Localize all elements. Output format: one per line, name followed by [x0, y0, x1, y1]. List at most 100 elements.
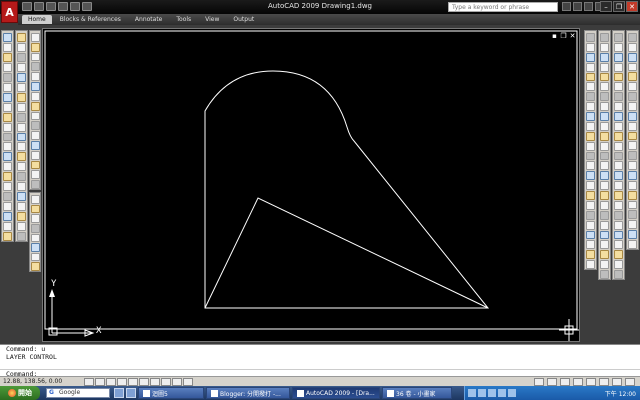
tool-icon[interactable] — [628, 42, 637, 52]
tool-icon[interactable] — [614, 112, 623, 121]
close-button[interactable]: ✕ — [626, 1, 638, 12]
tool-icon[interactable] — [628, 151, 637, 161]
tool-icon[interactable] — [3, 62, 12, 72]
tool-icon[interactable] — [586, 82, 595, 92]
tool-icon[interactable] — [628, 52, 637, 62]
tool-icon[interactable] — [628, 33, 637, 42]
grid-toggle[interactable] — [95, 377, 105, 386]
application-menu-button[interactable]: A — [1, 1, 18, 23]
tool-icon[interactable] — [17, 212, 26, 222]
tool-icon[interactable] — [614, 52, 623, 62]
tool-icon[interactable] — [600, 131, 609, 141]
ribbon-tab-output[interactable]: Output — [227, 15, 260, 24]
tool-icon[interactable] — [614, 220, 623, 230]
tool-icon[interactable] — [30, 160, 40, 170]
taskbar-button[interactable]: AutoCAD 2009 - [Dra... — [292, 387, 380, 399]
ribbon-tab-blocks-references[interactable]: Blocks & References — [54, 15, 127, 24]
tool-icon[interactable] — [30, 243, 40, 252]
tool-icon[interactable] — [3, 82, 12, 92]
security-icon[interactable] — [498, 389, 506, 397]
tool-icon[interactable] — [628, 102, 637, 111]
help-search-input[interactable]: Type a keyword or phrase — [448, 2, 558, 12]
tool-icon[interactable] — [17, 142, 26, 152]
tool-icon[interactable] — [628, 210, 637, 220]
google-search-box[interactable]: Google — [46, 388, 110, 398]
tool-icon[interactable] — [614, 230, 623, 240]
tool-icon[interactable] — [614, 200, 623, 210]
tool-icon[interactable] — [17, 162, 26, 172]
tool-icon[interactable] — [614, 191, 623, 200]
tool-icon[interactable] — [586, 230, 595, 240]
tool-icon[interactable] — [586, 72, 595, 82]
tool-icon[interactable] — [586, 220, 595, 230]
tool-icon[interactable] — [586, 62, 595, 72]
tool-icon[interactable] — [3, 162, 12, 172]
tool-icon[interactable] — [628, 82, 637, 92]
tool-icon[interactable] — [614, 240, 623, 250]
tool-icon[interactable] — [600, 72, 609, 82]
tool-icon[interactable] — [30, 223, 40, 233]
tool-icon[interactable] — [614, 121, 623, 131]
new-icon[interactable] — [22, 2, 32, 11]
tool-icon[interactable] — [628, 121, 637, 131]
tool-icon[interactable] — [30, 101, 40, 111]
drawing-minimize-icon[interactable]: ▪ — [551, 32, 558, 40]
tool-icon[interactable] — [3, 112, 12, 122]
polar-toggle[interactable] — [117, 377, 127, 386]
tool-icon[interactable] — [614, 171, 623, 181]
ortho-toggle[interactable] — [106, 377, 116, 386]
tool-icon[interactable] — [30, 150, 40, 160]
tool-icon[interactable] — [30, 262, 40, 271]
tool-icon[interactable] — [30, 62, 40, 72]
volume-icon[interactable] — [488, 389, 496, 397]
tool-icon[interactable] — [3, 33, 12, 42]
tool-icon[interactable] — [30, 204, 40, 214]
lock-icon[interactable] — [612, 378, 622, 386]
tool-icon[interactable] — [600, 171, 609, 181]
tool-icon[interactable] — [628, 141, 637, 151]
tool-icon[interactable] — [17, 232, 26, 242]
ducs-toggle[interactable] — [150, 377, 160, 386]
tool-icon[interactable] — [17, 52, 26, 62]
favorites-icon[interactable] — [584, 2, 593, 11]
browser-icon[interactable] — [126, 388, 136, 398]
tool-icon[interactable] — [600, 161, 609, 171]
tool-icon[interactable] — [600, 52, 609, 62]
tool-icon[interactable] — [17, 192, 26, 202]
tool-icon[interactable] — [17, 33, 26, 42]
tool-icon[interactable] — [586, 191, 595, 200]
tool-icon[interactable] — [17, 132, 26, 142]
tool-icon[interactable] — [3, 72, 12, 82]
update-icon[interactable] — [508, 389, 516, 397]
tool-icon[interactable] — [614, 151, 623, 161]
lineweight-toggle[interactable] — [172, 377, 182, 386]
drawing-restore-icon[interactable]: ❐ — [560, 32, 567, 40]
tool-icon[interactable] — [586, 52, 595, 62]
plot-icon[interactable] — [58, 2, 68, 11]
tool-icon[interactable] — [17, 72, 26, 82]
tool-icon[interactable] — [600, 230, 609, 240]
tool-icon[interactable] — [614, 250, 623, 260]
tool-icon[interactable] — [600, 250, 609, 260]
tool-icon[interactable] — [586, 210, 595, 220]
tool-icon[interactable] — [17, 82, 26, 92]
tool-icon[interactable] — [600, 220, 609, 230]
tool-icon[interactable] — [614, 260, 623, 269]
tool-icon[interactable] — [586, 92, 595, 102]
tool-icon[interactable] — [614, 210, 623, 220]
tool-icon[interactable] — [586, 33, 595, 42]
tool-icon[interactable] — [3, 42, 12, 52]
tool-icon[interactable] — [614, 161, 623, 171]
tool-icon[interactable] — [586, 250, 595, 260]
tool-icon[interactable] — [628, 131, 637, 141]
tool-icon[interactable] — [30, 140, 40, 150]
tool-icon[interactable] — [600, 112, 609, 121]
tool-icon[interactable] — [600, 92, 609, 102]
tool-icon[interactable] — [30, 214, 40, 223]
tool-icon[interactable] — [17, 122, 26, 132]
tool-icon[interactable] — [3, 102, 12, 112]
tool-icon[interactable] — [17, 102, 26, 112]
zoom-icon[interactable] — [573, 378, 583, 386]
tool-icon[interactable] — [30, 233, 40, 243]
tool-icon[interactable] — [3, 132, 12, 142]
